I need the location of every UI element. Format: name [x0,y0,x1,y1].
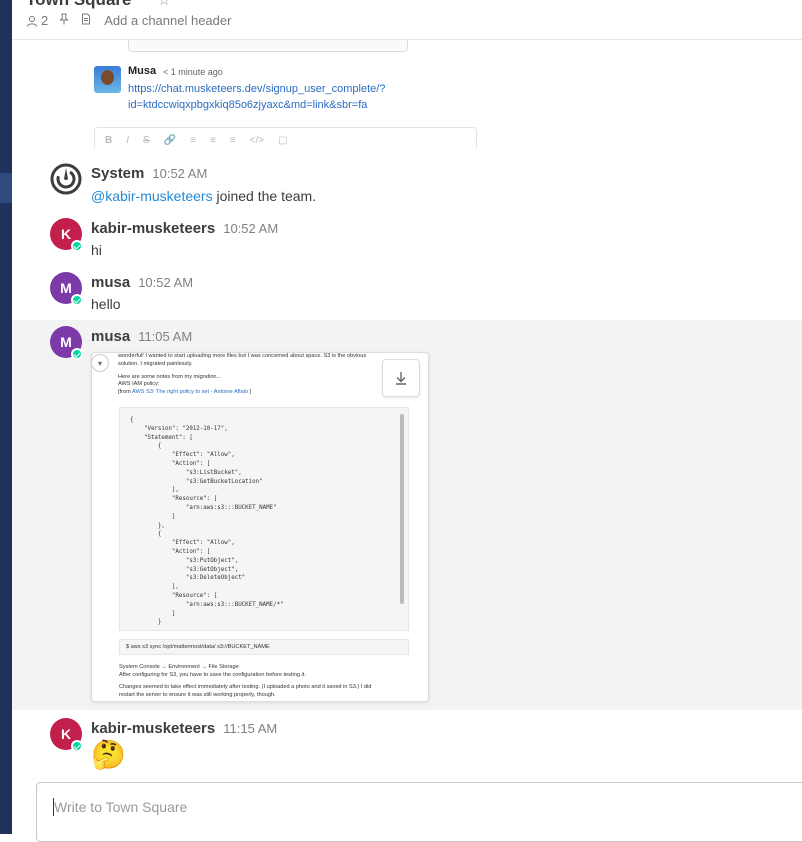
code-scrollbar [400,414,404,604]
download-button[interactable] [382,359,420,397]
preview-prior-box [128,40,408,52]
file-icon[interactable] [80,13,92,28]
download-icon [396,372,406,385]
attachment-footer-text: System Console → Environment → File Stor… [119,664,372,698]
post-kabir-emoji: K kabir-musketeers 11:15 AM 🤔 [12,714,802,778]
post-time[interactable]: 11:15 AM [223,721,277,736]
post-message: hello [91,296,121,312]
attachment-text: wonderful! I wanted to start uploading m… [118,353,367,396]
channel-title[interactable]: Town Square [26,0,131,10]
online-status-icon [71,740,83,752]
add-channel-header-link[interactable]: Add a channel header [104,13,231,28]
post-author[interactable]: musa 10:52 AM [91,274,193,291]
post-message: hi [91,242,102,258]
post-message: @kabir-musketeers joined the team. [91,188,317,204]
thinking-face-emoji: 🤔 [91,738,126,771]
member-count: 2 [41,13,49,28]
post-musa-attachment: M musa 11:05 AM wonderful! I wanted to st… [12,320,802,710]
preview-time: < 1 minute ago [163,67,223,77]
embedded-preview: Musa < 1 minute ago https://chat.muskete… [94,40,477,148]
mattermost-logo-icon [50,163,82,195]
post-author[interactable]: System 10:52 AM [91,165,207,182]
post-time[interactable]: 11:05 AM [138,329,192,344]
post-system: System 10:52 AM @kabir-musketeers joined … [12,160,802,210]
attachment-code-block: { "Version": "2012-10-17", "Statement": … [119,407,409,631]
sidebar-selected-item[interactable] [0,173,12,203]
post-time[interactable]: 10:52 AM [138,275,193,290]
preview-format-toolbar: B I S 🔗 ≡ ≡ ≡ </> ▢ [94,127,477,148]
post-time[interactable]: 10:52 AM [152,166,207,181]
post-musa-hello: M musa 10:52 AM hello [12,266,802,318]
message-input[interactable]: Write to Town Square [36,782,802,842]
post-author[interactable]: kabir-musketeers 10:52 AM [91,220,278,237]
channel-header: Town Square ☆ 2 Add a channel header [12,0,802,40]
preview-link[interactable]: https://chat.musketeers.dev/signup_user_… [128,81,418,113]
member-icon [27,15,37,27]
image-attachment[interactable]: wonderful! I wanted to start uploading m… [91,352,429,702]
chevron-down-icon: ▾ [97,358,102,368]
preview-avatar [94,66,121,93]
post-kabir-hi: K kabir-musketeers 10:52 AM hi [12,212,802,264]
favorite-star-icon[interactable]: ☆ [158,0,171,9]
pin-icon[interactable] [58,13,70,28]
sidebar-edge [0,0,12,834]
preview-author: Musa [128,65,157,77]
collapse-preview-button[interactable]: ▾ [91,354,109,372]
post-author[interactable]: kabir-musketeers 11:15 AM [91,720,277,737]
online-status-icon [71,240,83,252]
member-count-button[interactable]: 2 [26,13,48,28]
online-status-icon [71,294,83,306]
user-mention[interactable]: @kabir-musketeers [91,188,213,204]
post-time[interactable]: 10:52 AM [223,221,278,236]
post-author[interactable]: musa 11:05 AM [91,328,192,345]
attachment-command: $ aws s3 sync /opt/mattermost/data/ s3:/… [119,639,409,655]
message-input-placeholder: Write to Town Square [54,799,188,815]
online-status-icon [71,348,83,360]
